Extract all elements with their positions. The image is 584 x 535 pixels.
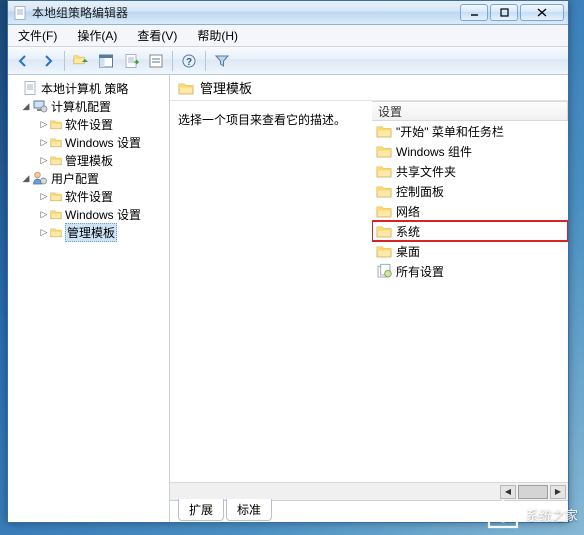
tab-extended[interactable]: 扩展 xyxy=(178,499,224,521)
expand-icon[interactable]: ▷ xyxy=(38,119,50,130)
folder-icon xyxy=(50,190,62,202)
menu-file[interactable]: 文件(F) xyxy=(12,25,63,46)
tree-comp-software[interactable]: ▷ 软件设置 xyxy=(8,115,169,133)
properties-button[interactable] xyxy=(145,50,167,72)
folder-icon xyxy=(376,223,392,239)
folder-icon xyxy=(376,163,392,179)
up-button[interactable] xyxy=(70,50,92,72)
folder-icon xyxy=(376,203,392,219)
list-item-sys[interactable]: 系统 xyxy=(372,221,568,241)
folder-icon xyxy=(50,226,62,238)
app-icon xyxy=(12,5,28,21)
expand-icon[interactable]: ▷ xyxy=(38,137,50,148)
titlebar: 本地组策略编辑器 xyxy=(8,1,568,25)
tree-user-admin[interactable]: ▷ 管理模板 xyxy=(8,223,169,241)
window: 本地组策略编辑器 文件(F) 操作(A) 查看(V) 帮助(H) xyxy=(7,0,569,523)
user-icon xyxy=(32,170,48,186)
content-panel: 管理模板 选择一个项目来查看它的描述。 设置 "开始" 菜单和任务栏 xyxy=(170,75,568,522)
folder-icon xyxy=(376,123,392,139)
content-title: 管理模板 xyxy=(200,78,252,97)
computer-icon xyxy=(32,98,48,114)
toolbar: ? xyxy=(8,47,568,75)
maximize-button[interactable] xyxy=(490,4,518,21)
folder-icon xyxy=(50,208,62,220)
tree-user-config[interactable]: ◢ 用户配置 xyxy=(8,169,169,187)
menu-action[interactable]: 操作(A) xyxy=(71,25,123,46)
export-list-button[interactable] xyxy=(120,50,142,72)
folder-icon xyxy=(50,118,62,130)
window-title: 本地组策略编辑器 xyxy=(32,4,128,21)
close-button[interactable] xyxy=(520,4,564,21)
folder-icon xyxy=(376,143,392,159)
expand-icon[interactable]: ▷ xyxy=(38,191,50,202)
folder-icon xyxy=(376,243,392,259)
scroll-right-button[interactable]: ▶ xyxy=(550,485,566,499)
show-hide-tree-button[interactable] xyxy=(95,50,117,72)
settings-list[interactable]: 设置 "开始" 菜单和任务栏 Windows 组件 共享文件夹 xyxy=(372,101,568,482)
tree-comp-windows[interactable]: ▷ Windows 设置 xyxy=(8,133,169,151)
description-text: 选择一个项目来查看它的描述。 xyxy=(178,113,346,127)
tree-panel[interactable]: 本地计算机 策略 ◢ 计算机配置 ▷ 软件设置 ▷ Windows 设置 ▷ 管… xyxy=(8,75,170,522)
expand-icon[interactable]: ▷ xyxy=(38,209,50,220)
minimize-button[interactable] xyxy=(460,4,488,21)
content-header: 管理模板 xyxy=(170,75,568,101)
folder-icon xyxy=(178,80,194,96)
expand-icon[interactable]: ▷ xyxy=(38,155,50,166)
folder-icon xyxy=(50,154,62,166)
column-header[interactable]: 设置 xyxy=(372,101,568,121)
menu-help[interactable]: 帮助(H) xyxy=(191,25,244,46)
list-item-wincomp[interactable]: Windows 组件 xyxy=(372,141,568,161)
tree-root[interactable]: 本地计算机 策略 xyxy=(8,79,169,97)
menubar: 文件(F) 操作(A) 查看(V) 帮助(H) xyxy=(8,25,568,47)
tree-user-software[interactable]: ▷ 软件设置 xyxy=(8,187,169,205)
list-item-all[interactable]: 所有设置 xyxy=(372,261,568,281)
folder-icon xyxy=(376,183,392,199)
list-item-net[interactable]: 网络 xyxy=(372,201,568,221)
collapse-icon[interactable]: ◢ xyxy=(20,101,32,112)
tree-computer-config[interactable]: ◢ 计算机配置 xyxy=(8,97,169,115)
list-item-desk[interactable]: 桌面 xyxy=(372,241,568,261)
list-item-share[interactable]: 共享文件夹 xyxy=(372,161,568,181)
horizontal-scrollbar[interactable]: ◀ ▶ xyxy=(170,482,568,500)
doc-icon xyxy=(22,80,38,96)
list-item-start[interactable]: "开始" 菜单和任务栏 xyxy=(372,121,568,141)
list-item-cpl[interactable]: 控制面板 xyxy=(372,181,568,201)
filter-button[interactable] xyxy=(211,50,233,72)
watermark-logo xyxy=(486,499,520,529)
folder-icon xyxy=(50,136,62,148)
docstack-icon xyxy=(376,263,392,279)
tree-comp-admin[interactable]: ▷ 管理模板 xyxy=(8,151,169,169)
svg-text:?: ? xyxy=(186,57,192,68)
expand-icon[interactable]: ▷ xyxy=(38,227,50,238)
forward-button[interactable] xyxy=(37,50,59,72)
description-pane: 选择一个项目来查看它的描述。 xyxy=(170,101,372,482)
scroll-left-button[interactable]: ◀ xyxy=(500,485,516,499)
scroll-thumb[interactable] xyxy=(518,485,548,499)
collapse-icon[interactable]: ◢ xyxy=(20,173,32,184)
help-button[interactable]: ? xyxy=(178,50,200,72)
menu-view[interactable]: 查看(V) xyxy=(131,25,183,46)
watermark: 系统之家 xyxy=(486,499,578,529)
watermark-text: 系统之家 xyxy=(526,505,578,524)
tab-standard[interactable]: 标准 xyxy=(226,499,272,521)
back-button[interactable] xyxy=(12,50,34,72)
tree-user-windows[interactable]: ▷ Windows 设置 xyxy=(8,205,169,223)
